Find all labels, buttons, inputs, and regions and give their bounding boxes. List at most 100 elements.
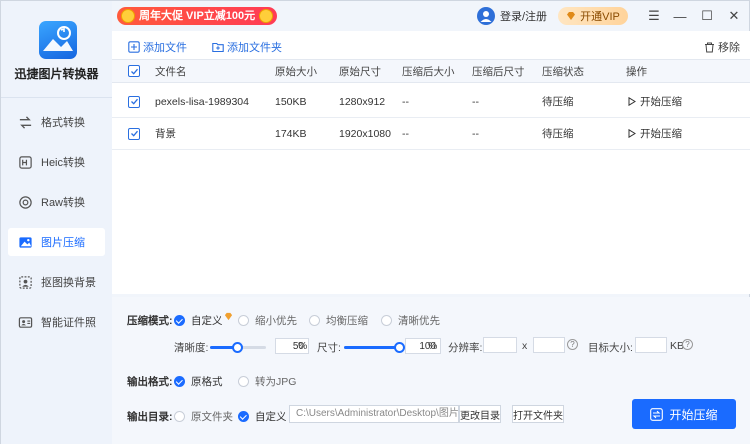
- resolution-x-label: x: [522, 340, 528, 352]
- table-header: 文件名 原始大小 原始尺寸 压缩后大小 压缩后尺寸 压缩状态 操作: [112, 59, 750, 83]
- resolution-help-icon[interactable]: ?: [567, 339, 578, 350]
- vip-diamond-icon: [224, 312, 232, 321]
- remove-label: 移除: [718, 42, 740, 54]
- column-header-status[interactable]: 压缩状态: [542, 60, 584, 82]
- percent-unit: %: [428, 340, 438, 352]
- sidebar-item-format-convert[interactable]: 格式转换: [8, 108, 105, 136]
- resolution-label: 分辨率:: [448, 342, 483, 354]
- compressed-size: --: [402, 95, 409, 108]
- dir-original-radio[interactable]: 原文件夹: [174, 409, 233, 424]
- clarity-slider[interactable]: [210, 342, 266, 353]
- folder-plus-icon: [212, 42, 224, 53]
- compress-icon: [650, 407, 664, 421]
- minimize-button[interactable]: —: [671, 7, 689, 25]
- trash-icon: [705, 42, 714, 52]
- mode-label: 自定义: [191, 315, 223, 327]
- action-label: 开始压缩: [640, 96, 682, 108]
- check-icon: [130, 68, 138, 75]
- compress-status: 待压缩: [542, 128, 574, 140]
- maximize-button[interactable]: ☐: [698, 7, 716, 25]
- output-path-input[interactable]: C:\Users\Administrator\Desktop\图片: [289, 405, 459, 423]
- output-dir-label: 输出目录:: [127, 411, 173, 423]
- file-name: pexels-lisa-1989304: [155, 95, 249, 108]
- start-compress-label: 开始压缩: [669, 407, 718, 422]
- size-slider[interactable]: [344, 342, 405, 353]
- sidebar-item-id-photo[interactable]: 智能证件照: [8, 308, 105, 336]
- format-jpg-radio[interactable]: 转为JPG: [238, 374, 296, 389]
- vip-button[interactable]: 开通VIP: [558, 7, 628, 25]
- radio-empty-icon: [381, 315, 392, 326]
- coin-icon: [259, 9, 274, 23]
- column-header-dims[interactable]: 原始尺寸: [339, 60, 381, 82]
- promo-text: 周年大促 VIP立减100元: [139, 10, 256, 22]
- resolution-height-input[interactable]: [533, 337, 565, 353]
- sidebar-item-label: 格式转换: [41, 117, 85, 129]
- sidebar-divider: [1, 97, 112, 98]
- change-dir-button[interactable]: 更改目录: [459, 405, 501, 423]
- slider-knob[interactable]: [232, 342, 243, 353]
- column-header-new-size[interactable]: 压缩后大小: [402, 60, 455, 82]
- sidebar-item-cutout[interactable]: 抠图换背景: [8, 268, 105, 296]
- mode-clarity-radio[interactable]: 清晰优先: [381, 313, 440, 328]
- add-file-button[interactable]: 添加文件: [128, 39, 187, 55]
- column-header-size[interactable]: 原始大小: [275, 60, 317, 82]
- start-compress-button[interactable]: 开始压缩: [632, 399, 736, 429]
- file-name: 背景: [155, 128, 176, 140]
- mode-label: 缩小优先: [255, 315, 297, 327]
- original-size: 150KB: [275, 95, 307, 108]
- mode-label: 均衡压缩: [326, 315, 368, 327]
- mode-custom-radio[interactable]: 自定义: [174, 312, 233, 328]
- column-header-name[interactable]: 文件名: [155, 60, 187, 82]
- sidebar-item-heic[interactable]: Heic转换: [8, 148, 105, 176]
- sidebar-item-image-compress[interactable]: 图片压缩: [8, 228, 105, 256]
- action-label: 开始压缩: [640, 128, 682, 140]
- format-original-radio[interactable]: 原格式: [174, 374, 223, 389]
- promo-banner[interactable]: 周年大促 VIP立减100元: [117, 7, 278, 25]
- column-header-new-dims[interactable]: 压缩后尺寸: [472, 60, 525, 82]
- compressed-size: --: [402, 127, 409, 140]
- settings-panel: 压缩模式: 自定义 缩小优先 均衡压缩 清晰优先 清晰度: 50 % 尺寸: 1…: [112, 297, 750, 444]
- table-row[interactable]: pexels-lisa-1989304 150KB 1280x912 -- --…: [112, 86, 750, 118]
- slider-knob[interactable]: [394, 342, 405, 353]
- cutout-icon: [17, 274, 33, 290]
- sidebar-item-raw[interactable]: Raw转换: [8, 188, 105, 216]
- radio-dot-icon: [174, 376, 185, 387]
- mode-balanced-radio[interactable]: 均衡压缩: [309, 313, 368, 328]
- row-checkbox[interactable]: [128, 118, 140, 149]
- target-size-input[interactable]: [635, 337, 667, 353]
- select-all-checkbox[interactable]: [128, 60, 140, 82]
- file-panel: 添加文件 添加文件夹 移除 文件名 原始大小 原始尺寸 压缩后大小 压缩后尺寸 …: [112, 31, 750, 294]
- image-compress-icon: [17, 234, 33, 250]
- swap-icon: [17, 114, 33, 130]
- logo-image-icon: [43, 26, 73, 51]
- avatar-icon: [477, 7, 495, 25]
- target-size-help-icon[interactable]: ?: [682, 339, 693, 350]
- size-label: 尺寸:: [317, 342, 341, 354]
- add-folder-button[interactable]: 添加文件夹: [212, 39, 282, 55]
- open-folder-button[interactable]: 打开文件夹: [512, 405, 564, 423]
- app-name: 迅捷图片转换器: [14, 67, 99, 81]
- start-compress-row-button[interactable]: 开始压缩: [628, 86, 682, 117]
- diamond-icon: [567, 12, 576, 20]
- dir-custom-radio[interactable]: 自定义: [238, 409, 287, 424]
- remove-button[interactable]: 移除: [704, 39, 740, 55]
- plus-icon: [128, 41, 140, 53]
- play-icon: [628, 97, 636, 106]
- resolution-width-input[interactable]: [483, 337, 517, 353]
- radio-dot-icon: [174, 315, 185, 326]
- app-window: 迅捷图片转换器 格式转换 Heic转换 Raw转换 图片压缩 抠图换背景 智能证…: [0, 0, 750, 444]
- table-row[interactable]: 背景 174KB 1920x1080 -- -- 待压缩 开始压缩: [112, 118, 750, 150]
- output-format-label: 输出格式:: [127, 376, 173, 388]
- mode-smaller-radio[interactable]: 缩小优先: [238, 313, 297, 328]
- slider-fill: [344, 346, 400, 349]
- coin-icon: [121, 9, 135, 23]
- dir-option-label: 原文件夹: [191, 411, 233, 423]
- menu-icon[interactable]: ☰: [645, 7, 663, 25]
- target-size-label: 目标大小:: [588, 342, 633, 354]
- close-button[interactable]: ✕: [725, 7, 743, 25]
- check-icon: [130, 98, 138, 105]
- row-checkbox[interactable]: [128, 86, 140, 117]
- login-button[interactable]: 登录/注册: [477, 6, 547, 26]
- start-compress-row-button[interactable]: 开始压缩: [628, 118, 682, 149]
- sidebar-item-label: Raw转换: [41, 197, 86, 209]
